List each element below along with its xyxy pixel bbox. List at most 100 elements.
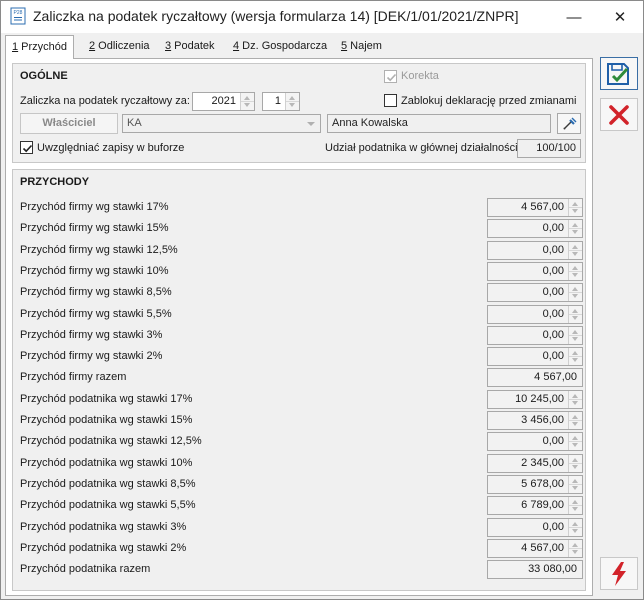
tab-odliczenia[interactable]: 2 Odliczenia [83, 37, 156, 58]
checkmark-icon [22, 144, 33, 153]
przychod-amount-value: 10 245,00 [515, 393, 564, 405]
przychod-row-label: Przychód podatnika wg stawki 2% [20, 542, 187, 554]
uwzgledniac-checkbox[interactable] [20, 141, 33, 154]
amount-spin-arrows[interactable] [568, 199, 582, 216]
udzial-label: Udział podatnika w głównej działalności [325, 142, 518, 154]
przychod-row-label: Przychód firmy wg stawki 12,5% [20, 244, 178, 256]
przychod-amount-value: 5 678,00 [521, 478, 564, 490]
przychod-amount-value: 0,00 [542, 244, 564, 256]
przychod-amount-value: 0,00 [542, 286, 564, 298]
tab-najem[interactable]: 5 Najem [335, 37, 388, 58]
month-spin-arrows[interactable] [285, 93, 299, 110]
amount-spin-arrows[interactable] [568, 412, 582, 429]
month-value: 1 [274, 95, 281, 107]
przychod-row-label: Przychód podatnika wg stawki 10% [20, 457, 193, 469]
checkmark-icon [386, 73, 397, 82]
przychod-amount-spinner[interactable]: 3 456,00 [487, 411, 583, 430]
przychod-row-label: Przychód firmy wg stawki 8,5% [20, 286, 172, 298]
save-accept-icon [607, 62, 629, 85]
przychod-amount-value: 0,00 [542, 350, 564, 362]
przychod-total-field: 4 567,00 [487, 368, 583, 387]
przychod-row-label: Przychód firmy wg stawki 3% [20, 329, 163, 341]
przychod-amount-spinner[interactable]: 2 345,00 [487, 454, 583, 473]
amount-spin-arrows[interactable] [568, 327, 582, 344]
calculate-button[interactable] [600, 557, 638, 590]
korekta-checkbox[interactable] [384, 70, 397, 83]
amount-spin-arrows[interactable] [568, 220, 582, 237]
przychod-row-label: Przychód firmy wg stawki 17% [20, 201, 169, 213]
amount-spin-arrows[interactable] [568, 284, 582, 301]
tab-strip: 1 Przychód 2 Odliczenia 3 Podatek 4 Dz. … [5, 35, 595, 59]
year-spinner[interactable]: 2021 [192, 92, 255, 111]
cancel-x-icon [609, 104, 629, 125]
tab-dz-gospodarcza[interactable]: 4 Dz. Gospodarcza [227, 37, 333, 58]
amount-spin-arrows[interactable] [568, 540, 582, 557]
chevron-down-icon [307, 122, 315, 126]
amount-spin-arrows[interactable] [568, 263, 582, 280]
przychod-amount-spinner[interactable]: 0,00 [487, 347, 583, 366]
amount-spin-arrows[interactable] [568, 242, 582, 259]
app-icon-label: P28 [14, 10, 23, 16]
minimize-button[interactable]: — [551, 1, 597, 33]
zablokuj-checkbox[interactable] [384, 94, 397, 107]
przychod-amount-value: 0,00 [542, 308, 564, 320]
tab-odliczenia-label: Odliczenia [95, 40, 150, 52]
przychod-amount-spinner[interactable]: 0,00 [487, 305, 583, 324]
section-ogolne-title: OGÓLNE [20, 70, 68, 82]
przychod-amount-spinner[interactable]: 0,00 [487, 283, 583, 302]
section-ogolne: OGÓLNE Korekta Zaliczka na podatek rycza… [12, 63, 586, 163]
przychod-row-label: Przychód firmy razem [20, 371, 127, 383]
zaliczka-label: Zaliczka na podatek ryczałtowy za: [20, 95, 190, 107]
tab-przychod[interactable]: 1 Przychód [5, 35, 75, 59]
przychod-amount-spinner[interactable]: 10 245,00 [487, 390, 583, 409]
title-bar: P28 Zaliczka na podatek ryczałtowy (wers… [1, 1, 643, 33]
przychod-amount-spinner[interactable]: 0,00 [487, 518, 583, 537]
year-spin-arrows[interactable] [240, 93, 254, 110]
pipette-icon [563, 117, 577, 130]
wlasciciel-button[interactable]: Właściciel [20, 113, 118, 134]
przychod-amount-spinner[interactable]: 4 567,00 [487, 539, 583, 558]
amount-spin-arrows[interactable] [568, 433, 582, 450]
przychod-amount-spinner[interactable]: 0,00 [487, 241, 583, 260]
owner-name-field: Anna Kowalska [327, 114, 551, 133]
amount-spin-arrows[interactable] [568, 348, 582, 365]
przychod-row-label: Przychód podatnika wg stawki 5,5% [20, 499, 196, 511]
przychod-amount-spinner[interactable]: 4 567,00 [487, 198, 583, 217]
owner-code-value: KA [127, 117, 142, 129]
cancel-button[interactable] [600, 98, 638, 131]
przychod-amount-value: 0,00 [542, 329, 564, 341]
przychod-amount-spinner[interactable]: 0,00 [487, 432, 583, 451]
przychod-amount-value: 4 567,00 [521, 201, 564, 213]
dialog-window: P28 Zaliczka na podatek ryczałtowy (wers… [0, 0, 644, 600]
amount-spin-arrows[interactable] [568, 306, 582, 323]
tab-podatek-label: Podatek [171, 40, 215, 52]
owner-code-combo[interactable]: KA [122, 114, 321, 133]
przychod-row-label: Przychód firmy wg stawki 5,5% [20, 308, 172, 320]
przychod-row-label: Przychód firmy wg stawki 10% [20, 265, 169, 277]
month-spinner[interactable]: 1 [262, 92, 300, 111]
tab-podatek[interactable]: 3 Podatek [159, 37, 221, 58]
close-window-button[interactable]: ✕ [597, 1, 643, 33]
przychod-amount-value: 0,00 [542, 265, 564, 277]
amount-spin-arrows[interactable] [568, 455, 582, 472]
przychod-amount-spinner[interactable]: 5 678,00 [487, 475, 583, 494]
pick-owner-button[interactable] [557, 113, 581, 134]
przychod-row-label: Przychód podatnika wg stawki 8,5% [20, 478, 196, 490]
amount-spin-arrows[interactable] [568, 391, 582, 408]
save-button[interactable] [600, 57, 638, 90]
przychod-amount-value: 4 567,00 [521, 542, 564, 554]
przychod-amount-spinner[interactable]: 0,00 [487, 326, 583, 345]
przychod-amount-spinner[interactable]: 0,00 [487, 262, 583, 281]
przychod-amount-spinner[interactable]: 6 789,00 [487, 496, 583, 515]
amount-spin-arrows[interactable] [568, 519, 582, 536]
window-title: Zaliczka na podatek ryczałtowy (wersja f… [33, 8, 519, 24]
przychod-row-label: Przychód podatnika wg stawki 15% [20, 414, 193, 426]
przychod-amount-value: 0,00 [542, 435, 564, 447]
amount-spin-arrows[interactable] [568, 497, 582, 514]
przychod-amount-spinner[interactable]: 0,00 [487, 219, 583, 238]
przychod-amount-value: 33 080,00 [528, 563, 577, 575]
przychod-row-label: Przychód podatnika wg stawki 12,5% [20, 435, 202, 447]
korekta-label: Korekta [401, 70, 439, 82]
amount-spin-arrows[interactable] [568, 476, 582, 493]
przychod-amount-value: 6 789,00 [521, 499, 564, 511]
